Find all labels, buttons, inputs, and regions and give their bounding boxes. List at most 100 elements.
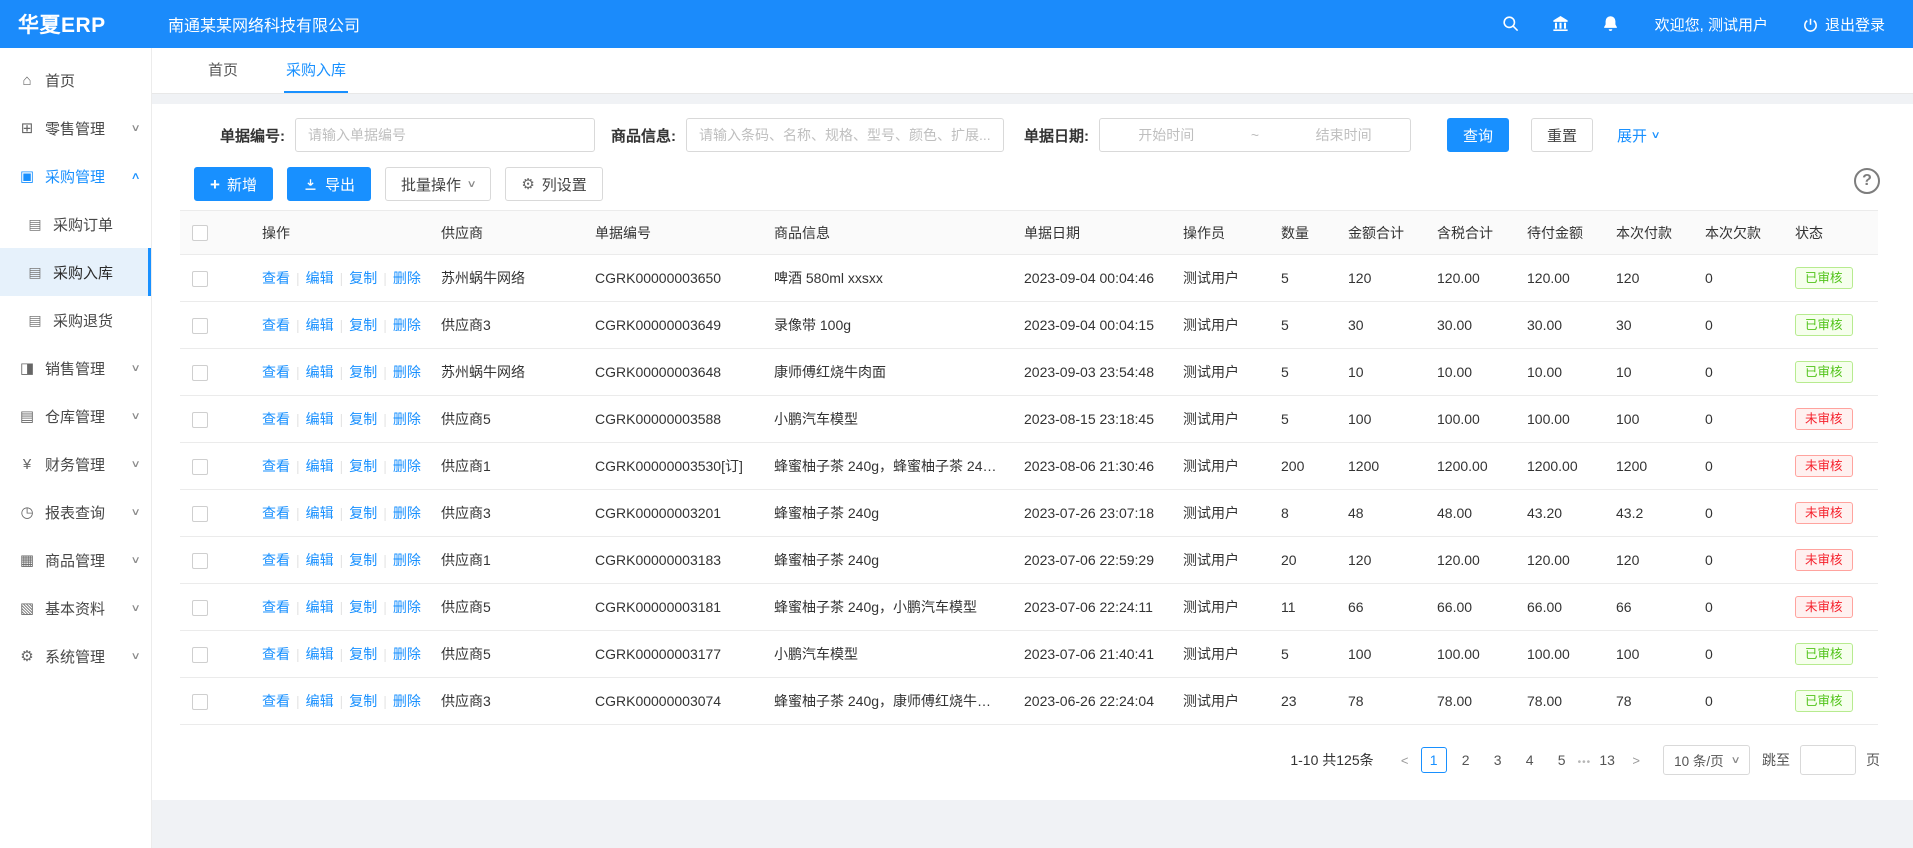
- row-checkbox[interactable]: [192, 459, 208, 475]
- row-action-delete[interactable]: 删除: [393, 693, 421, 709]
- row-action-edit[interactable]: 编辑: [306, 646, 334, 662]
- date-range-input[interactable]: 开始时间 ~ 结束时间: [1099, 118, 1411, 152]
- row-action-view[interactable]: 查看: [262, 552, 290, 568]
- next-page-button[interactable]: >: [1623, 747, 1649, 773]
- sidebar-item-goods[interactable]: ▦商品管理∨: [0, 536, 151, 584]
- export-button[interactable]: 导出: [287, 167, 371, 201]
- row-action-view[interactable]: 查看: [262, 599, 290, 615]
- row-action-copy[interactable]: 复制: [349, 317, 377, 333]
- row-action-view[interactable]: 查看: [262, 411, 290, 427]
- sidebar-item-sales[interactable]: ◨销售管理∨: [0, 344, 151, 392]
- debt-cell: 0: [1693, 349, 1783, 396]
- add-button[interactable]: + 新增: [194, 167, 273, 201]
- bell-icon[interactable]: [1601, 14, 1621, 34]
- row-action-copy[interactable]: 复制: [349, 458, 377, 474]
- sidebar-item-basedata[interactable]: ▧基本资料∨: [0, 584, 151, 632]
- sidebar-item-home[interactable]: ⌂首页: [0, 56, 151, 104]
- operator-cell: 测试用户: [1171, 255, 1269, 302]
- row-action-view[interactable]: 查看: [262, 646, 290, 662]
- page-button-5[interactable]: 5: [1549, 747, 1575, 773]
- sidebar-item-label: 销售管理: [45, 358, 105, 379]
- page-button-3[interactable]: 3: [1485, 747, 1511, 773]
- bill-no-input[interactable]: 请输入单据编号: [295, 118, 595, 152]
- row-action-view[interactable]: 查看: [262, 505, 290, 521]
- jump-page-input[interactable]: [1800, 745, 1856, 775]
- row-checkbox[interactable]: [192, 553, 208, 569]
- row-action-delete[interactable]: 删除: [393, 505, 421, 521]
- expand-link[interactable]: 展开 ∨: [1617, 125, 1659, 146]
- row-action-copy[interactable]: 复制: [349, 364, 377, 380]
- prev-page-button[interactable]: <: [1392, 747, 1418, 773]
- row-action-edit[interactable]: 编辑: [306, 458, 334, 474]
- row-action-view[interactable]: 查看: [262, 270, 290, 286]
- row-action-edit[interactable]: 编辑: [306, 552, 334, 568]
- row-checkbox[interactable]: [192, 318, 208, 334]
- row-action-view[interactable]: 查看: [262, 364, 290, 380]
- row-checkbox[interactable]: [192, 506, 208, 522]
- row-action-copy[interactable]: 复制: [349, 693, 377, 709]
- row-action-view[interactable]: 查看: [262, 693, 290, 709]
- select-all-checkbox[interactable]: [192, 225, 208, 241]
- row-action-delete[interactable]: 删除: [393, 317, 421, 333]
- row-action-edit[interactable]: 编辑: [306, 599, 334, 615]
- row-action-edit[interactable]: 编辑: [306, 317, 334, 333]
- sidebar-item-purchase-return[interactable]: ▤采购退货: [0, 296, 151, 344]
- sidebar-item-purchase-inbound[interactable]: ▤采购入库: [0, 248, 151, 296]
- amount-total-cell: 1200: [1336, 443, 1425, 490]
- row-action-copy[interactable]: 复制: [349, 270, 377, 286]
- row-action-edit[interactable]: 编辑: [306, 364, 334, 380]
- reset-button[interactable]: 重置: [1531, 118, 1593, 152]
- help-icon[interactable]: ?: [1854, 168, 1880, 194]
- row-action-delete[interactable]: 删除: [393, 599, 421, 615]
- bank-icon[interactable]: [1551, 14, 1571, 34]
- row-action-view[interactable]: 查看: [262, 458, 290, 474]
- row-action-delete[interactable]: 删除: [393, 552, 421, 568]
- row-action-copy[interactable]: 复制: [349, 646, 377, 662]
- row-action-delete[interactable]: 删除: [393, 364, 421, 380]
- page-button-13[interactable]: 13: [1594, 747, 1620, 773]
- product-cell: 啤酒 580ml xxsxx: [762, 255, 1012, 302]
- row-action-copy[interactable]: 复制: [349, 552, 377, 568]
- sidebar-item-report[interactable]: ◷报表查询∨: [0, 488, 151, 536]
- sidebar-item-warehouse[interactable]: ▤仓库管理∨: [0, 392, 151, 440]
- tab-purchase-inbound[interactable]: 采购入库: [284, 48, 348, 93]
- page-button-1[interactable]: 1: [1421, 747, 1447, 773]
- product-info-input[interactable]: 请输入条码、名称、规格、型号、颜色、扩展...: [686, 118, 1004, 152]
- row-action-delete[interactable]: 删除: [393, 458, 421, 474]
- retail-icon: ⊞: [18, 119, 36, 137]
- row-action-delete[interactable]: 删除: [393, 270, 421, 286]
- row-checkbox[interactable]: [192, 271, 208, 287]
- page-button-2[interactable]: 2: [1453, 747, 1479, 773]
- row-action-edit[interactable]: 编辑: [306, 270, 334, 286]
- column-settings-button[interactable]: ⚙ 列设置: [505, 167, 602, 201]
- tab-home[interactable]: 首页: [206, 48, 240, 93]
- sidebar-item-system[interactable]: ⚙系统管理∨: [0, 632, 151, 680]
- row-action-delete[interactable]: 删除: [393, 411, 421, 427]
- row-checkbox[interactable]: [192, 647, 208, 663]
- row-action-copy[interactable]: 复制: [349, 599, 377, 615]
- row-action-view[interactable]: 查看: [262, 317, 290, 333]
- page-size-select[interactable]: 10 条/页 ∨: [1663, 745, 1750, 775]
- row-checkbox[interactable]: [192, 412, 208, 428]
- search-icon[interactable]: [1501, 14, 1521, 34]
- row-action-delete[interactable]: 删除: [393, 646, 421, 662]
- sidebar-item-purchase[interactable]: ▣采购管理∧: [0, 152, 151, 200]
- logout-icon: [1802, 16, 1819, 33]
- row-checkbox[interactable]: [192, 600, 208, 616]
- row-action-edit[interactable]: 编辑: [306, 411, 334, 427]
- row-action-copy[interactable]: 复制: [349, 411, 377, 427]
- row-action-edit[interactable]: 编辑: [306, 505, 334, 521]
- logout-button[interactable]: 退出登录: [1802, 14, 1885, 35]
- sidebar-item-purchase-order[interactable]: ▤采购订单: [0, 200, 151, 248]
- search-button[interactable]: 查询: [1447, 118, 1509, 152]
- sidebar-item-retail[interactable]: ⊞零售管理∨: [0, 104, 151, 152]
- row-checkbox[interactable]: [192, 694, 208, 710]
- operator-cell: 测试用户: [1171, 631, 1269, 678]
- batch-actions-button[interactable]: 批量操作 ∨: [385, 167, 491, 201]
- row-checkbox[interactable]: [192, 365, 208, 381]
- sidebar-item-finance[interactable]: ¥财务管理∨: [0, 440, 151, 488]
- row-action-copy[interactable]: 复制: [349, 505, 377, 521]
- page-button-4[interactable]: 4: [1517, 747, 1543, 773]
- row-action-edit[interactable]: 编辑: [306, 693, 334, 709]
- actions-cell: 查看|编辑|复制|删除: [250, 584, 429, 631]
